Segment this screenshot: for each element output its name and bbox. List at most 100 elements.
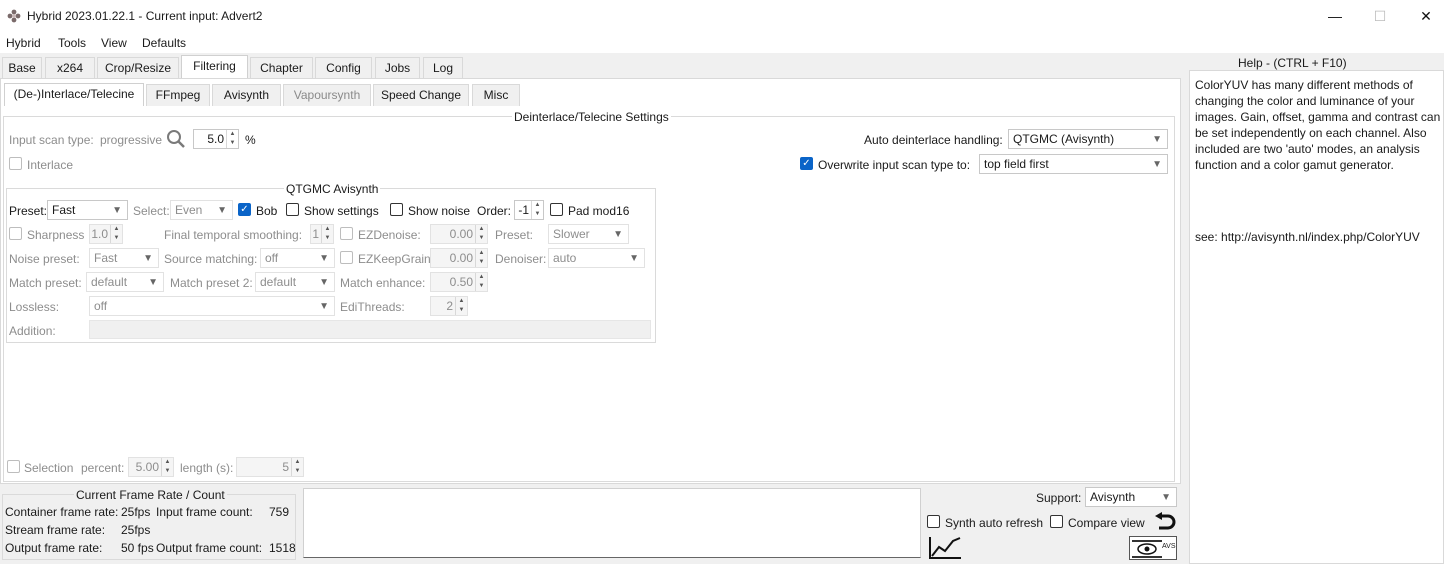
zoom-spinbox[interactable]: 5.0 ▲ ▼ — [193, 129, 239, 149]
subtab-misc[interactable]: Misc — [472, 84, 520, 106]
input-scan-value: progressive — [100, 133, 163, 147]
tab-filtering[interactable]: Filtering — [181, 55, 248, 79]
spin-arrows-icon[interactable]: ▲ ▼ — [475, 273, 487, 291]
ezdenoise-spinbox[interactable]: 0.00 ▲ ▼ — [430, 224, 488, 244]
output-count-value: 1518 — [269, 541, 296, 555]
support-label: Support: — [1036, 491, 1082, 505]
noise-preset-select[interactable]: Fast ▼ — [89, 248, 159, 268]
sharpness-checkbox[interactable] — [9, 227, 22, 240]
chevron-down-icon: ▼ — [143, 253, 153, 264]
preset-select[interactable]: Fast ▼ — [47, 200, 128, 220]
menu-view[interactable]: View — [101, 36, 127, 50]
spin-arrows-icon[interactable]: ▲ ▼ — [475, 225, 487, 243]
tab-base[interactable]: Base — [2, 57, 42, 79]
source-matching-select[interactable]: off ▼ — [260, 248, 335, 268]
edithreads-label: EdiThreads: — [340, 300, 405, 314]
show-noise-checkbox[interactable] — [390, 203, 403, 216]
show-settings-label: Show settings — [304, 204, 379, 218]
subtab-deinterlace[interactable]: (De-)Interlace/Telecine — [4, 83, 144, 106]
subtab-vapoursynth[interactable]: Vapoursynth — [283, 84, 371, 106]
percent-label: % — [245, 133, 256, 147]
chevron-down-icon: ▼ — [629, 253, 639, 264]
addition-label: Addition: — [9, 324, 56, 338]
close-button[interactable]: ✕ — [1403, 0, 1444, 32]
selection-checkbox[interactable] — [7, 460, 20, 473]
match-enhance-spinbox[interactable]: 0.50 ▲ ▼ — [430, 272, 488, 292]
stream-rate-value: 25fps — [121, 523, 151, 537]
synth-refresh-label: Synth auto refresh — [945, 516, 1044, 530]
overwrite-checkbox[interactable]: ✓ — [800, 157, 813, 170]
ezkeepgrain-checkbox[interactable] — [340, 251, 353, 264]
addition-input[interactable] — [89, 320, 651, 339]
chevron-down-icon: ▼ — [1152, 159, 1162, 170]
ezkeepgrain-spinbox[interactable]: 0.00 ▲ ▼ — [430, 248, 488, 268]
tab-crop-resize[interactable]: Crop/Resize — [97, 57, 179, 79]
menu-hybrid[interactable]: Hybrid — [6, 36, 41, 50]
magnifier-icon[interactable] — [166, 129, 186, 149]
overwrite-label: Overwrite input scan type to: — [818, 158, 971, 172]
container-rate-label: Container frame rate: — [5, 505, 119, 519]
preset-label: Preset: — [9, 204, 48, 218]
spin-arrows-icon[interactable]: ▲ ▼ — [321, 225, 333, 243]
spin-arrows-icon[interactable]: ▲ ▼ — [110, 225, 122, 243]
spin-arrows-icon[interactable]: ▲ ▼ — [161, 458, 173, 476]
spin-arrows-icon[interactable]: ▲ ▼ — [475, 249, 487, 267]
interlace-label: Interlace — [27, 158, 74, 172]
lossless-select[interactable]: off ▼ — [89, 296, 335, 316]
match-enhance-label: Match enhance: — [340, 276, 426, 290]
input-count-value: 759 — [269, 505, 290, 519]
help-link[interactable]: see: http://avisynth.nl/index.php/ColorY… — [1195, 229, 1441, 245]
final-temporal-spinbox[interactable]: 1 ▲ ▼ — [310, 224, 334, 244]
show-settings-checkbox[interactable] — [286, 203, 299, 216]
chevron-down-icon: ▼ — [319, 253, 329, 264]
auto-deinterlace-label: Auto deinterlace handling: — [864, 133, 1003, 147]
selection-percent-spinbox[interactable]: 5.00 ▲ ▼ — [128, 457, 174, 477]
maximize-button[interactable]: ☐ — [1357, 0, 1403, 32]
tab-log[interactable]: Log — [423, 57, 463, 79]
order-spinbox[interactable]: -1 ▲ ▼ — [514, 200, 544, 220]
ezdenoise-checkbox[interactable] — [340, 227, 353, 240]
chart-line-icon[interactable] — [927, 535, 963, 561]
tab-config[interactable]: Config — [315, 57, 372, 79]
chevron-down-icon: ▼ — [1152, 134, 1162, 145]
subtab-avisynth[interactable]: Avisynth — [212, 84, 281, 106]
bob-checkbox[interactable]: ✓ — [238, 203, 251, 216]
match-preset-select[interactable]: default ▼ — [86, 272, 164, 292]
subtab-speed-change[interactable]: Speed Change — [373, 84, 469, 106]
log-textarea[interactable] — [303, 488, 921, 558]
tab-x264[interactable]: x264 — [45, 57, 95, 79]
chevron-down-icon: ▼ — [613, 229, 623, 240]
menu-tools[interactable]: Tools — [58, 36, 86, 50]
tab-chapter[interactable]: Chapter — [250, 57, 313, 79]
spin-arrows-icon[interactable]: ▲ ▼ — [531, 201, 543, 219]
preset2-select[interactable]: Slower ▼ — [548, 224, 629, 244]
spin-arrows-icon[interactable]: ▲ ▼ — [455, 297, 467, 315]
pad-mod16-checkbox[interactable] — [550, 203, 563, 216]
interlace-checkbox[interactable] — [9, 157, 22, 170]
minimize-button[interactable]: — — [1312, 0, 1358, 32]
menu-defaults[interactable]: Defaults — [142, 36, 186, 50]
subtab-ffmpeg[interactable]: FFmpeg — [146, 84, 210, 106]
match-preset2-select[interactable]: default ▼ — [255, 272, 335, 292]
tab-jobs[interactable]: Jobs — [375, 57, 420, 79]
edithreads-spinbox[interactable]: 2 ▲ ▼ — [430, 296, 468, 316]
help-text: ColorYUV has many different methods of c… — [1195, 78, 1441, 172]
overwrite-select[interactable]: top field first ▼ — [979, 154, 1168, 174]
select-select[interactable]: Even ▼ — [170, 200, 233, 220]
chevron-down-icon: ▼ — [148, 277, 158, 288]
support-select[interactable]: Avisynth ▼ — [1085, 487, 1177, 507]
spin-arrows-icon[interactable]: ▲ ▼ — [226, 130, 238, 148]
avs-preview-icon[interactable]: AVS — [1129, 536, 1177, 560]
denoiser-select[interactable]: auto ▼ — [548, 248, 645, 268]
auto-deinterlace-select[interactable]: QTGMC (Avisynth) ▼ — [1008, 129, 1168, 149]
selection-length-spinbox[interactable]: 5 ▲ ▼ — [236, 457, 304, 477]
frame-rate-title: Current Frame Rate / Count — [74, 488, 227, 502]
compare-view-checkbox[interactable] — [1050, 515, 1063, 528]
sharpness-spinbox[interactable]: 1.0 ▲ ▼ — [89, 224, 123, 244]
ezdenoise-label: EZDenoise: — [358, 228, 421, 242]
spin-arrows-icon[interactable]: ▲ ▼ — [291, 458, 303, 476]
title-bar: Hybrid 2023.01.22.1 - Current input: Adv… — [0, 0, 1444, 32]
output-count-label: Output frame count: — [156, 541, 263, 555]
synth-refresh-checkbox[interactable] — [927, 515, 940, 528]
undo-icon[interactable] — [1154, 512, 1176, 532]
